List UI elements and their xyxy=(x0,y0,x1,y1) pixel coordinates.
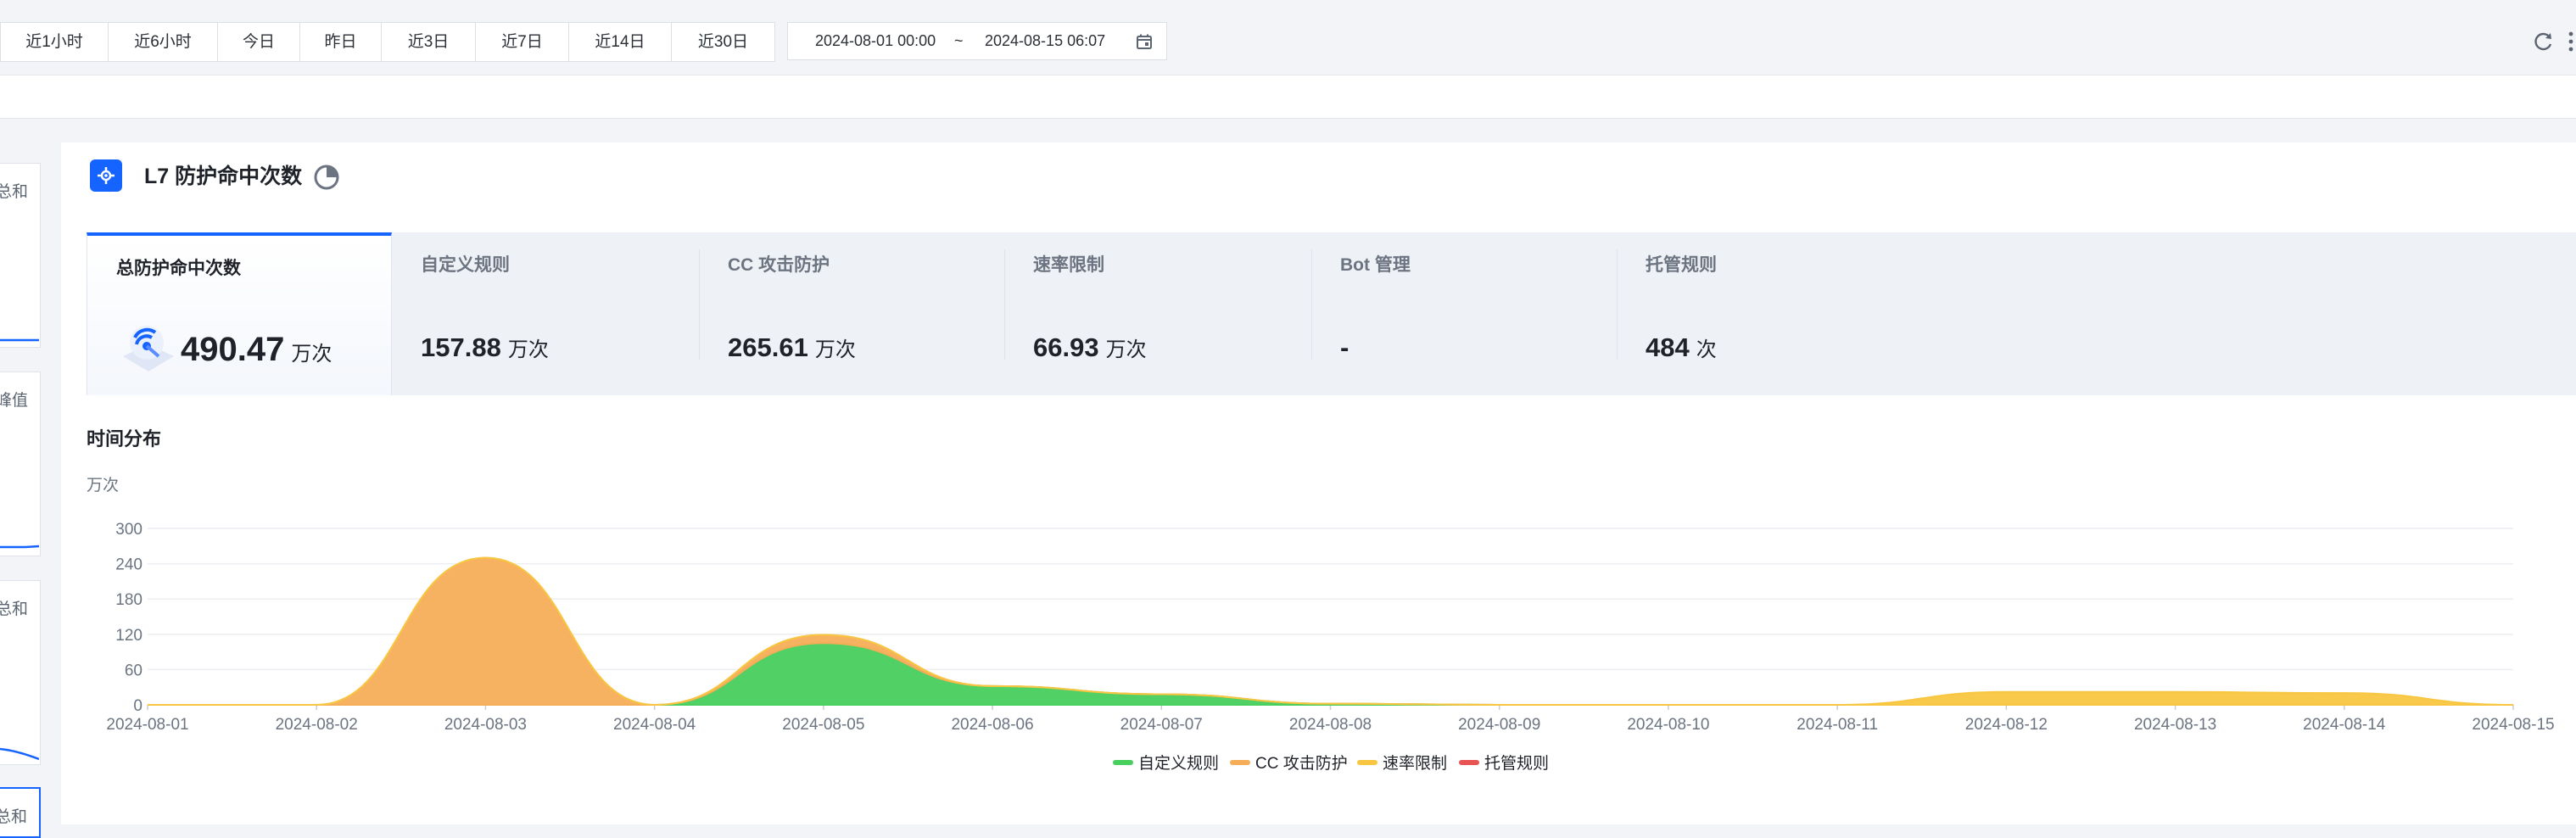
y-tick-label: 0 xyxy=(133,697,142,715)
legend-label: 自定义规则 xyxy=(1138,754,1219,773)
x-tick-label: 2024-08-07 xyxy=(1120,716,1203,734)
x-tick-label: 2024-08-06 xyxy=(951,716,1033,734)
legend-label: CC 攻击防护 xyxy=(1255,754,1348,773)
time-distribution-chart: 0 60 120 180 240 300 2024-08-01 2024-08-02 2024-… xyxy=(106,521,2554,773)
x-tick-label: 2024-08-02 xyxy=(276,716,358,734)
x-tick-label: 2024-08-10 xyxy=(1627,716,1709,734)
legend-swatch xyxy=(1459,760,1479,765)
x-tick-label: 2024-08-11 xyxy=(1796,716,1878,734)
legend-label: 托管规则 xyxy=(1484,754,1549,773)
x-tick-label: 2024-08-13 xyxy=(2134,716,2216,734)
x-tick-label: 2024-08-12 xyxy=(1965,716,2048,734)
legend-swatch xyxy=(1113,760,1133,765)
y-tick-label: 300 xyxy=(115,521,142,539)
x-tick-label: 2024-08-08 xyxy=(1289,716,1372,734)
y-tick-label: 180 xyxy=(115,591,142,609)
legend-swatch xyxy=(1357,760,1377,765)
x-tick-label: 2024-08-15 xyxy=(2472,716,2554,734)
legend-label: 速率限制 xyxy=(1383,754,1447,773)
series-area-1 xyxy=(147,556,2514,707)
legend-swatch xyxy=(1230,760,1250,765)
y-tick-label: 120 xyxy=(115,627,142,645)
y-tick-label: 240 xyxy=(115,556,142,574)
x-tick-label: 2024-08-03 xyxy=(444,716,527,734)
x-tick-label: 2024-08-01 xyxy=(106,716,188,734)
x-tick-label: 2024-08-14 xyxy=(2303,716,2386,734)
x-tick-label: 2024-08-04 xyxy=(613,716,696,734)
x-tick-label: 2024-08-05 xyxy=(782,716,864,734)
x-tick-label: 2024-08-09 xyxy=(1458,716,1540,734)
y-tick-label: 60 xyxy=(125,662,142,679)
